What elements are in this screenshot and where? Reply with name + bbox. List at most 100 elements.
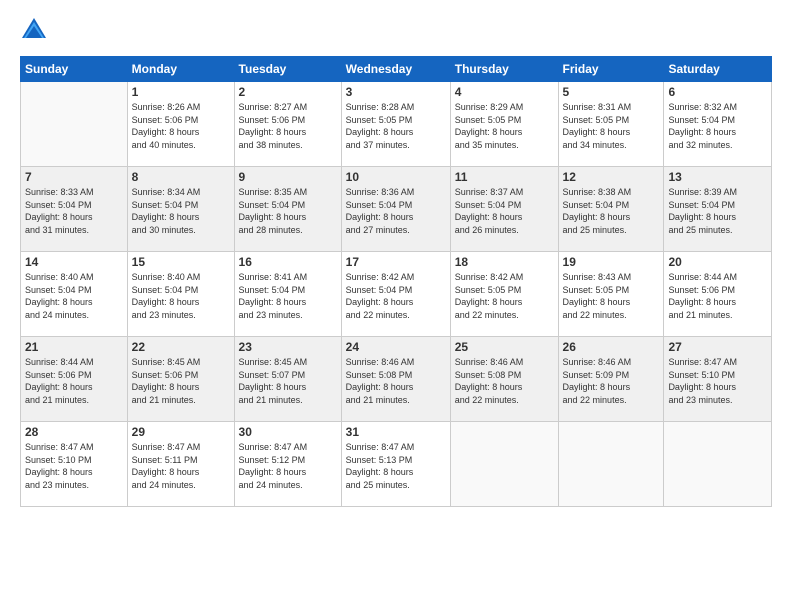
day-number: 17 [346, 255, 446, 269]
day-number: 4 [455, 85, 554, 99]
day-number: 16 [239, 255, 337, 269]
calendar-cell: 22 Sunrise: 8:45 AM Sunset: 5:06 PM Dayli… [127, 337, 234, 422]
day-number: 23 [239, 340, 337, 354]
day-number: 8 [132, 170, 230, 184]
calendar-week-row: 1 Sunrise: 8:26 AM Sunset: 5:06 PM Daylig… [21, 82, 772, 167]
calendar-cell: 9Sunrise: 8:35 AM Sunset: 5:04 PM Daylig… [234, 167, 341, 252]
day-info: Sunrise: 8:46 AM Sunset: 5:08 PM Dayligh… [455, 356, 554, 406]
calendar-cell: 18 Sunrise: 8:42 AM Sunset: 5:05 PM Dayli… [450, 252, 558, 337]
day-number: 25 [455, 340, 554, 354]
day-info: Sunrise: 8:40 AM Sunset: 5:04 PM Dayligh… [132, 271, 230, 321]
calendar-cell: 6Sunrise: 8:32 AM Sunset: 5:04 PM Daylig… [664, 82, 772, 167]
page: SundayMondayTuesdayWednesdayThursdayFrid… [0, 0, 792, 612]
calendar-cell: 1 Sunrise: 8:26 AM Sunset: 5:06 PM Daylig… [127, 82, 234, 167]
calendar-cell: 16Sunrise: 8:41 AM Sunset: 5:04 PM Dayli… [234, 252, 341, 337]
calendar-cell: 30 Sunrise: 8:47 AM Sunset: 5:12 PM Dayli… [234, 422, 341, 507]
weekday-header-thursday: Thursday [450, 57, 558, 82]
calendar-cell: 20 Sunrise: 8:44 AM Sunset: 5:06 PM Dayli… [664, 252, 772, 337]
day-number: 7 [25, 170, 123, 184]
day-info: Sunrise: 8:39 AM Sunset: 5:04 PM Dayligh… [668, 186, 767, 236]
day-info: Sunrise: 8:33 AM Sunset: 5:04 PM Dayligh… [25, 186, 123, 236]
day-info: Sunrise: 8:47 AM Sunset: 5:12 PM Dayligh… [239, 441, 337, 491]
day-number: 28 [25, 425, 123, 439]
calendar-cell: 15 Sunrise: 8:40 AM Sunset: 5:04 PM Dayli… [127, 252, 234, 337]
day-number: 26 [563, 340, 660, 354]
calendar-cell: 2 Sunrise: 8:27 AM Sunset: 5:06 PM Daylig… [234, 82, 341, 167]
day-number: 15 [132, 255, 230, 269]
day-info: Sunrise: 8:38 AM Sunset: 5:04 PM Dayligh… [563, 186, 660, 236]
calendar-cell: 21 Sunrise: 8:44 AM Sunset: 5:06 PM Dayli… [21, 337, 128, 422]
day-number: 1 [132, 85, 230, 99]
day-info: Sunrise: 8:32 AM Sunset: 5:04 PM Dayligh… [668, 101, 767, 151]
calendar-cell: 29 Sunrise: 8:47 AM Sunset: 5:11 PM Dayli… [127, 422, 234, 507]
calendar-cell: 12 Sunrise: 8:38 AM Sunset: 5:04 PM Dayli… [558, 167, 664, 252]
day-info: Sunrise: 8:26 AM Sunset: 5:06 PM Dayligh… [132, 101, 230, 151]
day-number: 21 [25, 340, 123, 354]
calendar-cell [21, 82, 128, 167]
day-info: Sunrise: 8:27 AM Sunset: 5:06 PM Dayligh… [239, 101, 337, 151]
calendar-table: SundayMondayTuesdayWednesdayThursdayFrid… [20, 56, 772, 507]
day-number: 5 [563, 85, 660, 99]
weekday-header-friday: Friday [558, 57, 664, 82]
logo-icon [20, 16, 48, 44]
weekday-header-tuesday: Tuesday [234, 57, 341, 82]
day-info: Sunrise: 8:44 AM Sunset: 5:06 PM Dayligh… [25, 356, 123, 406]
day-number: 30 [239, 425, 337, 439]
weekday-header-sunday: Sunday [21, 57, 128, 82]
day-number: 31 [346, 425, 446, 439]
day-info: Sunrise: 8:40 AM Sunset: 5:04 PM Dayligh… [25, 271, 123, 321]
header [20, 16, 772, 44]
day-info: Sunrise: 8:47 AM Sunset: 5:11 PM Dayligh… [132, 441, 230, 491]
day-number: 27 [668, 340, 767, 354]
calendar-week-row: 14 Sunrise: 8:40 AM Sunset: 5:04 PM Dayli… [21, 252, 772, 337]
day-number: 22 [132, 340, 230, 354]
day-info: Sunrise: 8:45 AM Sunset: 5:06 PM Dayligh… [132, 356, 230, 406]
day-number: 14 [25, 255, 123, 269]
day-info: Sunrise: 8:46 AM Sunset: 5:09 PM Dayligh… [563, 356, 660, 406]
calendar-cell: 8 Sunrise: 8:34 AM Sunset: 5:04 PM Daylig… [127, 167, 234, 252]
day-info: Sunrise: 8:34 AM Sunset: 5:04 PM Dayligh… [132, 186, 230, 236]
calendar-cell: 19Sunrise: 8:43 AM Sunset: 5:05 PM Dayli… [558, 252, 664, 337]
calendar-week-row: 7 Sunrise: 8:33 AM Sunset: 5:04 PM Daylig… [21, 167, 772, 252]
day-info: Sunrise: 8:47 AM Sunset: 5:10 PM Dayligh… [668, 356, 767, 406]
day-number: 13 [668, 170, 767, 184]
calendar-cell: 13 Sunrise: 8:39 AM Sunset: 5:04 PM Dayli… [664, 167, 772, 252]
day-info: Sunrise: 8:42 AM Sunset: 5:04 PM Dayligh… [346, 271, 446, 321]
day-number: 20 [668, 255, 767, 269]
day-info: Sunrise: 8:28 AM Sunset: 5:05 PM Dayligh… [346, 101, 446, 151]
calendar-cell: 17 Sunrise: 8:42 AM Sunset: 5:04 PM Dayli… [341, 252, 450, 337]
day-info: Sunrise: 8:45 AM Sunset: 5:07 PM Dayligh… [239, 356, 337, 406]
calendar-cell: 7 Sunrise: 8:33 AM Sunset: 5:04 PM Daylig… [21, 167, 128, 252]
day-number: 24 [346, 340, 446, 354]
calendar-cell: 5 Sunrise: 8:31 AM Sunset: 5:05 PM Daylig… [558, 82, 664, 167]
calendar-cell: 31Sunrise: 8:47 AM Sunset: 5:13 PM Dayli… [341, 422, 450, 507]
calendar-week-row: 21 Sunrise: 8:44 AM Sunset: 5:06 PM Dayli… [21, 337, 772, 422]
day-info: Sunrise: 8:36 AM Sunset: 5:04 PM Dayligh… [346, 186, 446, 236]
weekday-header-saturday: Saturday [664, 57, 772, 82]
calendar-cell: 25 Sunrise: 8:46 AM Sunset: 5:08 PM Dayli… [450, 337, 558, 422]
calendar-header-row: SundayMondayTuesdayWednesdayThursdayFrid… [21, 57, 772, 82]
calendar-cell: 10 Sunrise: 8:36 AM Sunset: 5:04 PM Dayli… [341, 167, 450, 252]
day-number: 2 [239, 85, 337, 99]
day-info: Sunrise: 8:37 AM Sunset: 5:04 PM Dayligh… [455, 186, 554, 236]
calendar-cell: 28 Sunrise: 8:47 AM Sunset: 5:10 PM Dayli… [21, 422, 128, 507]
day-info: Sunrise: 8:42 AM Sunset: 5:05 PM Dayligh… [455, 271, 554, 321]
day-number: 19 [563, 255, 660, 269]
calendar-cell [450, 422, 558, 507]
calendar-cell: 23 Sunrise: 8:45 AM Sunset: 5:07 PM Dayli… [234, 337, 341, 422]
day-info: Sunrise: 8:44 AM Sunset: 5:06 PM Dayligh… [668, 271, 767, 321]
day-info: Sunrise: 8:29 AM Sunset: 5:05 PM Dayligh… [455, 101, 554, 151]
calendar-cell: 3Sunrise: 8:28 AM Sunset: 5:05 PM Daylig… [341, 82, 450, 167]
calendar-cell: 14 Sunrise: 8:40 AM Sunset: 5:04 PM Dayli… [21, 252, 128, 337]
day-number: 12 [563, 170, 660, 184]
day-info: Sunrise: 8:47 AM Sunset: 5:10 PM Dayligh… [25, 441, 123, 491]
day-info: Sunrise: 8:31 AM Sunset: 5:05 PM Dayligh… [563, 101, 660, 151]
day-number: 10 [346, 170, 446, 184]
weekday-header-monday: Monday [127, 57, 234, 82]
calendar-cell: 26 Sunrise: 8:46 AM Sunset: 5:09 PM Dayli… [558, 337, 664, 422]
day-number: 18 [455, 255, 554, 269]
calendar-cell: 4 Sunrise: 8:29 AM Sunset: 5:05 PM Daylig… [450, 82, 558, 167]
day-number: 29 [132, 425, 230, 439]
logo [20, 16, 52, 44]
calendar-cell [664, 422, 772, 507]
